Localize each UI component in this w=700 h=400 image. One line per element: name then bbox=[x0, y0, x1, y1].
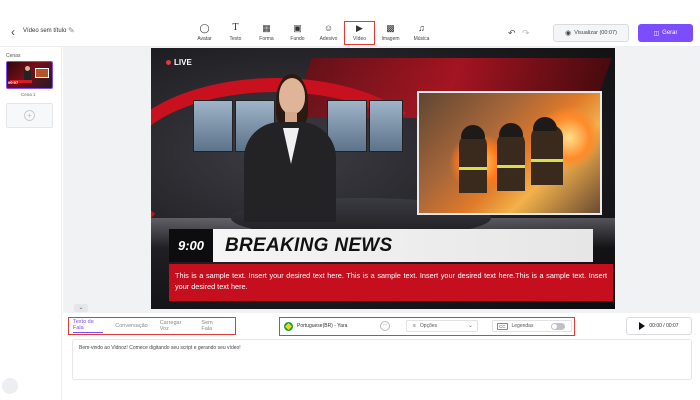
help-icon[interactable] bbox=[2, 378, 18, 394]
music-icon: ♫ bbox=[418, 23, 425, 33]
record-dot-icon bbox=[166, 60, 171, 65]
tool-sticker[interactable]: ☺ Adesivo bbox=[313, 21, 344, 45]
sticker-icon: ☺ bbox=[323, 23, 334, 33]
preview-label: Visualizar (00:07) bbox=[574, 30, 617, 36]
video-icon: ▶ bbox=[356, 23, 363, 33]
options-dropdown[interactable]: ≡ Opções ⌄ bbox=[406, 320, 478, 332]
options-label: Opções bbox=[419, 323, 438, 329]
tab-no-speech[interactable]: Sem Fala bbox=[201, 320, 223, 332]
captions-control: CC Legendas bbox=[492, 320, 572, 332]
chevron-down-icon[interactable]: ⌄ bbox=[74, 304, 88, 312]
playback-time: 00:00 / 00:07 bbox=[649, 323, 679, 329]
tool-music[interactable]: ♫ Música bbox=[406, 21, 437, 45]
tool-background[interactable]: ▣ Fundo bbox=[282, 21, 313, 45]
voice-name: Portuguese(BR) - Yara bbox=[297, 323, 348, 329]
tool-text[interactable]: T Texto bbox=[220, 21, 251, 45]
tab-conversation[interactable]: Conversação bbox=[115, 323, 147, 329]
background-icon: ▣ bbox=[293, 23, 302, 33]
generate-icon: ◫ bbox=[653, 30, 660, 37]
preview-button[interactable]: ◉ Visualizar (00:07) bbox=[553, 24, 629, 42]
tab-speech-text[interactable]: Texto de Fala bbox=[73, 319, 104, 333]
shape-icon: ▦ bbox=[262, 23, 271, 33]
tool-avatar[interactable]: ◯ Avatar bbox=[189, 21, 220, 45]
text-icon: T bbox=[232, 23, 239, 33]
clock-text[interactable]: 9:00 bbox=[169, 229, 213, 262]
top-toolbar: ‹ Vídeo sem título ✎ ◯ Avatar T Texto ▦ … bbox=[0, 0, 700, 47]
breaking-news-headline[interactable]: BREAKING NEWS bbox=[213, 229, 593, 262]
more-icon[interactable]: ⋯ bbox=[380, 321, 390, 331]
plus-icon: + bbox=[24, 110, 35, 121]
play-button[interactable]: 00:00 / 00:07 bbox=[626, 317, 692, 335]
live-indicator: LIVE bbox=[166, 58, 192, 67]
tab-upload-voice[interactable]: Carregar Voz bbox=[160, 320, 190, 332]
firefighters-video[interactable] bbox=[417, 91, 602, 215]
image-icon: ▩ bbox=[386, 23, 395, 33]
play-circle-icon: ◉ bbox=[565, 30, 572, 37]
captions-label: Legendas bbox=[511, 323, 534, 329]
scene-caption: Cena 1 bbox=[21, 92, 36, 97]
scenes-heading: Cenas bbox=[6, 53, 21, 59]
insert-tools: ◯ Avatar T Texto ▦ Forma ▣ Fundo ☺ Adesi… bbox=[189, 21, 437, 45]
video-editor: ‹ Vídeo sem título ✎ ◯ Avatar T Texto ▦ … bbox=[0, 0, 700, 400]
generate-button[interactable]: ◫ Gerar bbox=[638, 24, 693, 42]
undo-icon[interactable]: ↶ bbox=[508, 28, 516, 39]
back-arrow-icon[interactable]: ‹ bbox=[6, 25, 20, 39]
tool-video[interactable]: ▶ Vídeo bbox=[344, 21, 375, 45]
play-icon bbox=[639, 322, 646, 330]
brazil-flag-icon bbox=[284, 321, 293, 331]
voice-select[interactable]: Portuguese(BR) - Yara bbox=[284, 320, 392, 332]
tool-shape[interactable]: ▦ Forma bbox=[251, 21, 282, 45]
speech-mode-tabs: Texto de Fala Conversação Carregar Voz S… bbox=[68, 317, 236, 335]
scene-duration: 00:07 bbox=[8, 80, 19, 85]
redo-icon[interactable]: ↷ bbox=[522, 28, 530, 39]
script-textarea[interactable]: Bem-vindo ao Vidnoz! Comece digitando se… bbox=[72, 339, 692, 380]
scenes-panel: Cenas 00:07 Cena 1 + bbox=[0, 47, 62, 400]
chevron-down-icon: ⌄ bbox=[467, 323, 473, 329]
sliders-icon: ≡ bbox=[413, 323, 416, 329]
video-title[interactable]: Vídeo sem título bbox=[23, 28, 66, 34]
captions-toggle[interactable] bbox=[551, 323, 565, 330]
voice-settings: Portuguese(BR) - Yara ⋯ ≡ Opções ⌄ CC Le… bbox=[279, 317, 575, 336]
tool-image[interactable]: ▩ Imagem bbox=[375, 21, 406, 45]
avatar-icon: ◯ bbox=[199, 23, 210, 33]
news-ticker-text[interactable]: This is a sample text. Insert your desir… bbox=[169, 264, 613, 301]
pencil-icon[interactable]: ✎ bbox=[68, 26, 75, 35]
generate-label: Gerar bbox=[662, 30, 678, 36]
add-scene-button[interactable]: + bbox=[6, 103, 53, 128]
captions-icon: CC bbox=[497, 322, 508, 330]
